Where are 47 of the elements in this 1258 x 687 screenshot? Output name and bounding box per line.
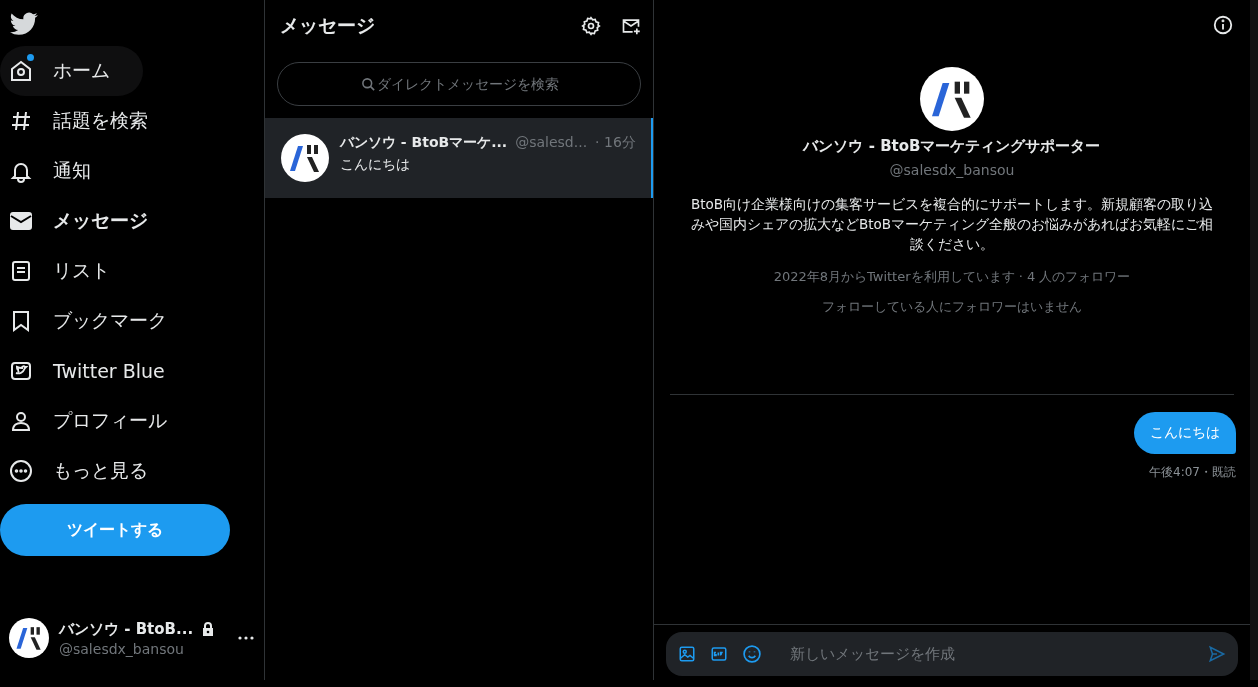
avatar-logo-icon (281, 134, 329, 182)
followers-note: フォローしている人にフォロワーはいません (822, 298, 1082, 316)
nav-item[interactable]: メッセージ (0, 196, 168, 246)
conversation-name: バンソウ - BtoBマーケ... (340, 134, 508, 152)
nav-item[interactable]: 話題を検索 (0, 96, 168, 146)
profile-meta: 2022年8月からTwitterを利用しています · 4 人のフォロワー (773, 268, 1131, 286)
account-handle: @salesdx_bansou (59, 640, 185, 657)
message-meta: 午後4:07・既読 (1149, 464, 1236, 481)
gif-icon[interactable] (710, 645, 728, 663)
profile-handle: @salesdx_bansou (889, 162, 1015, 178)
message-preview: こんにちは (340, 156, 411, 174)
nav-item[interactable]: リスト (0, 246, 130, 296)
envelope-icon (9, 209, 33, 233)
image-icon[interactable] (678, 645, 696, 663)
new-message-icon[interactable] (621, 16, 641, 36)
home-icon (9, 59, 33, 83)
avatar-logo-icon (920, 67, 984, 131)
conversation-item[interactable]: バンソウ - BtoBマーケ... @salesd... · 16分 こんにちは (265, 118, 653, 198)
person-icon (9, 409, 33, 433)
info-icon[interactable] (1212, 14, 1234, 36)
bird-badge-icon (9, 359, 33, 383)
search-field[interactable]: ダイレクトメッセージを検索 (277, 62, 641, 106)
send-icon[interactable] (1208, 645, 1226, 663)
nav-item[interactable]: もっと見る (0, 446, 168, 496)
conversation-time: · 16分 (595, 134, 636, 152)
bird-logo-icon[interactable] (10, 12, 38, 36)
nav-item[interactable]: 通知 (0, 146, 111, 196)
nav-item[interactable]: Twitter Blue (0, 346, 185, 396)
messages-title: メッセージ (280, 13, 375, 38)
more-options-icon[interactable] (238, 636, 254, 640)
emoji-icon[interactable] (742, 644, 762, 664)
account-name: バンソウ - BtoB... (59, 619, 194, 639)
nav-item[interactable]: ブックマーク (0, 296, 187, 346)
message-bubble: こんにちは (1134, 412, 1236, 454)
settings-icon[interactable] (581, 16, 601, 36)
nav-item[interactable]: プロフィール (0, 396, 187, 446)
nav-item[interactable]: ホーム (0, 46, 143, 96)
hashtag-icon (9, 109, 33, 133)
conversation-handle: @salesd... (515, 134, 588, 152)
search-icon (361, 77, 376, 92)
message-composer[interactable]: 新しいメッセージを作成 (666, 632, 1238, 676)
avatar-logo-icon (9, 618, 49, 658)
profile-bio: BtoB向け企業様向けの集客サービスを複合的にサポートします。新規顧客の取り込みや国内シェアの拡大などBtoBマーケティング全般のお悩みがあればお気軽にご相談ください。 (689, 195, 1215, 254)
profile-name: バンソウ - BtoBマーケティングサポーター (803, 137, 1101, 156)
list-icon (9, 259, 33, 283)
message-input[interactable]: 新しいメッセージを作成 (788, 644, 1194, 664)
more-icon (9, 459, 33, 483)
